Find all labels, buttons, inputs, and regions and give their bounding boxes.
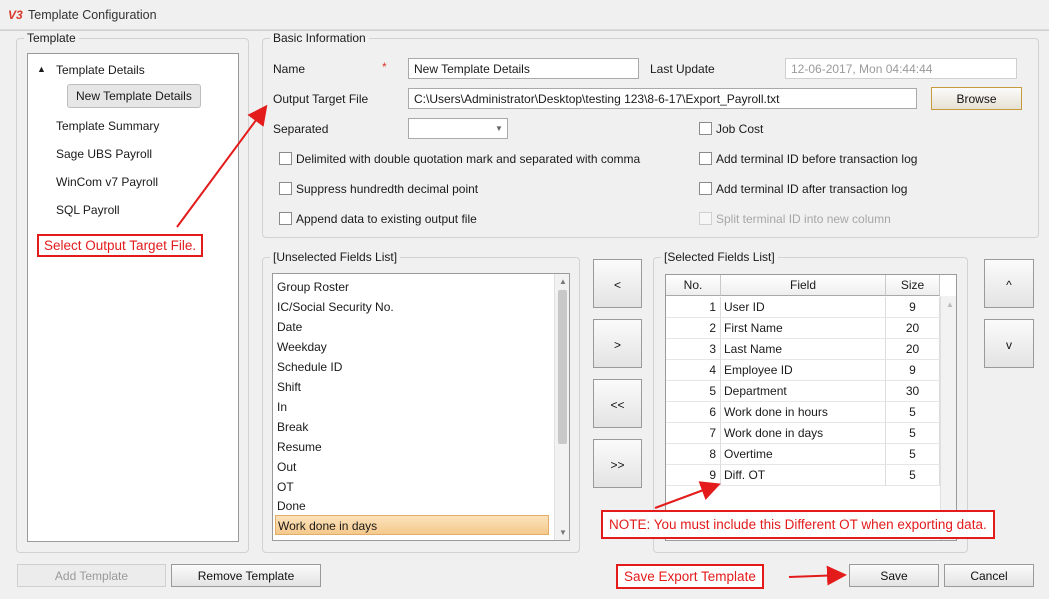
arrow-to-output (176, 104, 268, 228)
annotation-arrows (176, 104, 847, 586)
arrow-to-diff-ot (654, 481, 721, 509)
arrow-to-save (788, 565, 847, 586)
